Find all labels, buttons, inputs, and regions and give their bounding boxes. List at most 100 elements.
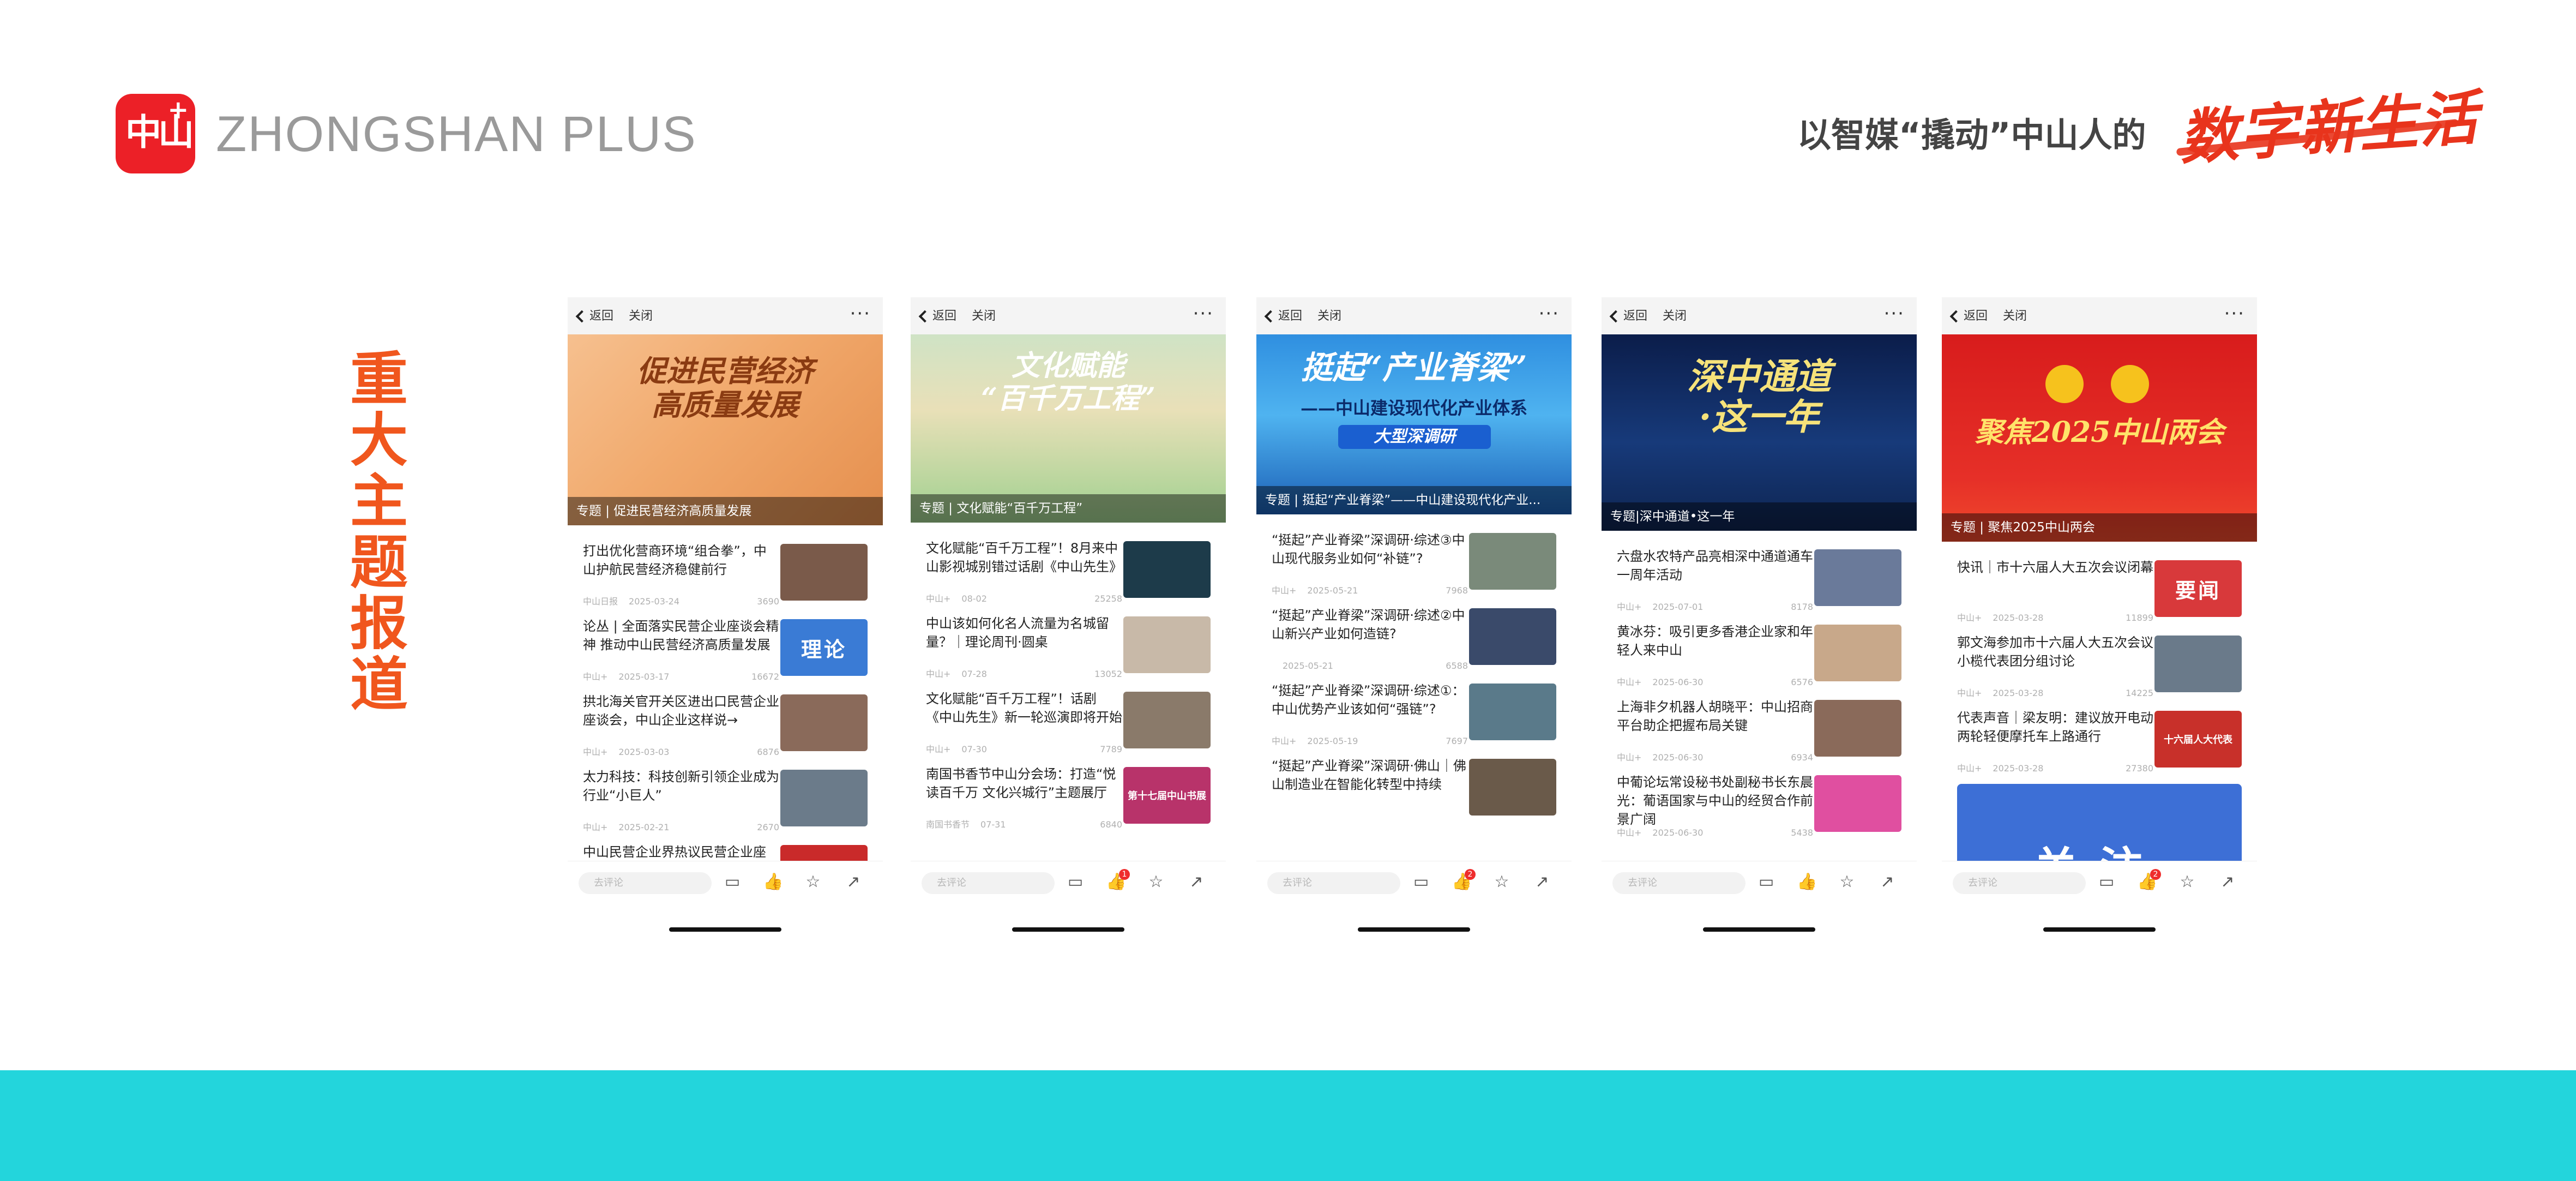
comment-icon[interactable]: ▭ (1756, 872, 1776, 892)
list-item[interactable]: 中葡论坛常设秘书处副秘书长东晨光：葡语国家与中山的经贸合作前景广阔 中山+ 2025… (1602, 768, 1917, 843)
topic-banner[interactable]: 挺起“产业脊梁” ——中山建设现代化产业体系 大型深调研 专题 | 挺起“产业脊梁”—… (1256, 334, 1572, 514)
like-icon[interactable]: 👍 2 (1452, 869, 1476, 892)
list-item[interactable]: 打出优化营商环境“组合拳”，中山护航民营经济稳健前行 中山日报 2025-03-24… (568, 536, 883, 612)
thumbnail-label (780, 845, 868, 861)
list-item[interactable]: 中山民营企业界热议民营企业座 (568, 837, 883, 861)
view-count: 16672 (751, 672, 779, 682)
like-icon[interactable]: 👍 2 (2137, 869, 2161, 892)
article-title: 中山该如何化名人流量为名城留量？｜理论周刊·圆桌 (926, 616, 1109, 650)
list-item[interactable]: 中山该如何化名人流量为名城留量？｜理论周刊·圆桌 中山+ 07-28 13052 (911, 609, 1226, 684)
thumbnail-label (1469, 759, 1556, 816)
article-source: 中山日报 (583, 596, 618, 607)
list-item[interactable]: 文化赋能“百千万工程”！8月来中山影视城别错过话剧《中山先生》 中山+ 08-02 2… (911, 533, 1226, 609)
more-options-icon[interactable]: ··· (1193, 303, 1214, 325)
share-icon[interactable]: ↗ (1187, 872, 1206, 892)
favorite-icon[interactable]: ☆ (1146, 872, 1166, 892)
list-item[interactable]: 郭文海参加市十六届人大五次会议小榄代表团分组讨论 中山+ 2025-03-28 142… (1942, 628, 2257, 703)
featured-card[interactable]: 关注 (1957, 784, 2242, 861)
list-item[interactable]: “挺起”产业脊梁”深调研·综述③中山现代服务业如何“补链”? 中山+ 2025-05… (1256, 525, 1572, 601)
list-item[interactable]: 代表声音｜梁友明：建议放开电动两轮轻便摩托车上路通行 中山+ 2025-03-28 2… (1942, 703, 2257, 778)
home-indicator[interactable] (669, 927, 781, 932)
comment-input[interactable]: 去评论 (1267, 872, 1400, 894)
article-thumbnail (1814, 775, 1901, 832)
thumbnail-label (2154, 636, 2242, 692)
comment-input[interactable]: 去评论 (1612, 872, 1746, 894)
back-button[interactable]: 返回 (1949, 308, 1988, 325)
back-button[interactable]: 返回 (1264, 308, 1302, 325)
more-options-icon[interactable]: ··· (2224, 303, 2245, 325)
thumbnail-label: 十六届人大代表 (2164, 734, 2232, 746)
close-button[interactable]: 关闭 (2003, 308, 2027, 325)
list-item[interactable]: “挺起”产业脊梁”深调研·综述②中山新兴产业如何造链? 2025-05-21 658… (1256, 601, 1572, 676)
article-thumbnail: 要闻 (2154, 560, 2242, 617)
list-item[interactable]: “挺起”产业脊梁”深调研·佛山｜佛山制造业在智能化转型中持续 (1256, 751, 1572, 826)
more-options-icon[interactable]: ··· (850, 303, 871, 325)
home-indicator[interactable] (1703, 927, 1815, 932)
close-button[interactable]: 关闭 (1663, 308, 1687, 325)
like-icon[interactable]: 👍 (763, 872, 783, 892)
list-item[interactable]: 太力科技：科技创新引领企业成为行业“小巨人” 中山+ 2025-02-21 2670 (568, 762, 883, 837)
article-source: 中山+ (1957, 688, 1982, 698)
close-button[interactable]: 关闭 (629, 308, 653, 325)
comment-icon[interactable]: ▭ (723, 872, 742, 892)
more-options-icon[interactable]: ··· (1539, 303, 1560, 325)
list-item[interactable]: 上海非夕机器人胡晓平：中山招商平台助企把握布局关键 中山+ 2025-06-30 69… (1602, 692, 1917, 768)
comment-icon[interactable]: ▭ (2097, 872, 2116, 892)
article-title: 打出优化营商环境“组合拳”，中山护航民营经济稳健前行 (583, 543, 767, 577)
article-source: 中山+ (926, 669, 951, 679)
comment-input[interactable]: 去评论 (1953, 872, 2086, 894)
favorite-icon[interactable]: ☆ (1837, 872, 1857, 892)
favorite-icon[interactable]: ☆ (1492, 872, 1512, 892)
thumbnail-label (780, 694, 868, 751)
like-icon[interactable]: 👍 1 (1106, 869, 1130, 892)
favorite-icon[interactable]: ☆ (2177, 872, 2197, 892)
comment-icon[interactable]: ▭ (1066, 872, 1085, 892)
view-count: 6840 (1100, 819, 1122, 830)
back-button[interactable]: 返回 (575, 308, 613, 325)
thumbnail-label (1123, 616, 1211, 673)
topic-banner[interactable]: 聚焦2025中山两会 专题 | 聚焦2025中山两会 (1942, 334, 2257, 542)
share-icon[interactable]: ↗ (1877, 872, 1897, 892)
home-indicator[interactable] (1012, 927, 1124, 932)
list-item[interactable]: 六盘水农特产品亮相深中通道通车一周年活动 中山+ 2025-07-01 8178 (1602, 542, 1917, 617)
footer-color-band (0, 1070, 2576, 1181)
chevron-left-icon (575, 310, 588, 323)
favorite-icon[interactable]: ☆ (803, 872, 823, 892)
article-list: 快讯｜市十六届人大五次会议闭幕 中山+ 2025-03-28 11899 要闻郭文海参加… (1942, 553, 2257, 861)
comment-input[interactable]: 去评论 (579, 872, 712, 894)
comment-input[interactable]: 去评论 (922, 872, 1055, 894)
article-meta: 2025-05-21 6588 (1272, 661, 1468, 672)
comment-icon[interactable]: ▭ (1411, 872, 1431, 892)
article-source: 中山+ (1617, 828, 1642, 838)
banner-title: 促进民营经济 高质量发展 (637, 353, 814, 422)
article-meta: 中山+ 2025-06-30 6934 (1617, 752, 1813, 763)
list-item[interactable]: 快讯｜市十六届人大五次会议闭幕 中山+ 2025-03-28 11899 要闻 (1942, 553, 2257, 628)
home-indicator[interactable] (2043, 927, 2156, 932)
list-item[interactable]: 论丛 | 全面落实民营企业座谈会精神 推动中山民营经济高质量发展 中山+ 2025-… (568, 612, 883, 687)
share-icon[interactable]: ↗ (844, 872, 863, 892)
thumbnail-label (780, 544, 868, 601)
topic-banner[interactable]: 深中通道 ·这一年 专题|深中通道•这一年 (1602, 334, 1917, 531)
back-button[interactable]: 返回 (1609, 308, 1647, 325)
share-icon[interactable]: ↗ (2218, 872, 2237, 892)
list-item[interactable]: 拱北海关官开关区进出口民营企业座谈会，中山企业这样说→ 中山+ 2025-03-03… (568, 687, 883, 762)
more-options-icon[interactable]: ··· (1884, 303, 1905, 325)
list-item[interactable]: 南国书香节中山分会场：打造“悦读百千万 文化兴城行”主题展厅 南国书香节 07-31… (911, 759, 1226, 835)
view-count: 5438 (1791, 828, 1813, 838)
thumbnail-label (780, 770, 868, 826)
home-indicator[interactable] (1358, 927, 1470, 932)
list-item[interactable]: 黄冰芬：吸引更多香港企业家和年轻人来中山 中山+ 2025-06-30 6576 (1602, 617, 1917, 692)
article-title: “挺起”产业脊梁”深调研·综述①：中山优势产业该如何“强链”? (1272, 683, 1465, 717)
banner-caption: 专题|深中通道•这一年 (1602, 502, 1917, 531)
close-button[interactable]: 关闭 (972, 308, 996, 325)
share-icon[interactable]: ↗ (1532, 872, 1552, 892)
close-button[interactable]: 关闭 (1317, 308, 1341, 325)
topic-banner[interactable]: 促进民营经济 高质量发展 专题 | 促进民营经济高质量发展 (568, 334, 883, 525)
list-item[interactable]: 文化赋能“百千万工程”！话剧《中山先生》新一轮巡演即将开始 中山+ 07-30 778… (911, 684, 1226, 759)
article-title: 郭文海参加市十六届人大五次会议小榄代表团分组讨论 (1957, 635, 2153, 669)
list-item[interactable]: “挺起”产业脊梁”深调研·综述①：中山优势产业该如何“强链”? 中山+ 2025-0… (1256, 676, 1572, 751)
topic-banner[interactable]: 文化赋能 “百千万工程” 专题 | 文化赋能“百千万工程” (911, 334, 1226, 523)
back-button[interactable]: 返回 (918, 308, 957, 325)
back-label: 返回 (932, 309, 957, 323)
like-icon[interactable]: 👍 (1797, 872, 1817, 892)
